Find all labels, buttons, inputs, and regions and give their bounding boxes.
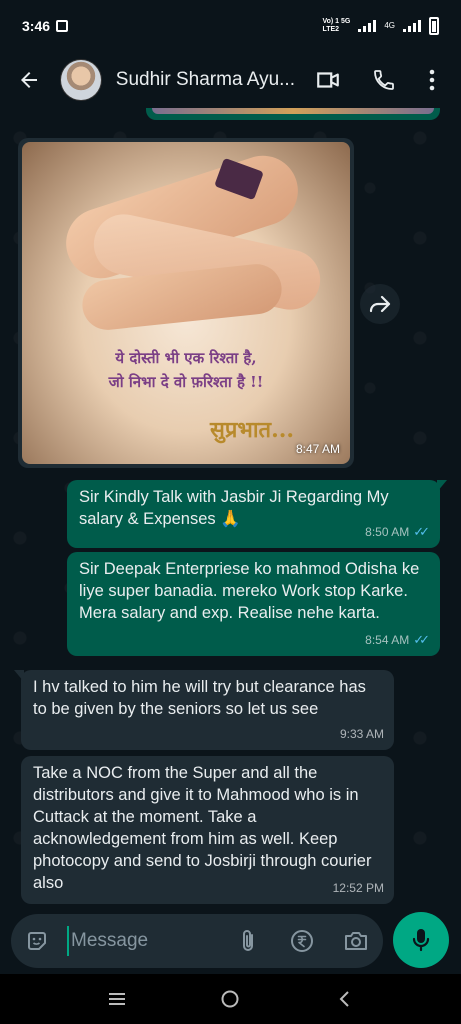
message-meta: 9:33 AM	[340, 723, 384, 745]
network-label-bottom: LTE2	[322, 26, 340, 33]
bubble-tail	[14, 670, 24, 682]
more-options-icon[interactable]	[417, 65, 447, 95]
status-time: 3:46	[22, 18, 51, 34]
camera-icon[interactable]	[341, 926, 371, 956]
read-ticks-icon: ✓✓	[413, 524, 430, 539]
status-bar: 3:46 Vo) 1 5G LTE2 4G	[0, 0, 461, 52]
forward-icon[interactable]	[360, 284, 400, 324]
home-icon[interactable]	[210, 979, 250, 1019]
contact-avatar[interactable]	[59, 59, 102, 101]
outgoing-message[interactable]: Sir Kindly Talk with Jasbir Ji Regarding…	[67, 480, 447, 548]
status-indicators: Vo) 1 5G LTE2 4G	[322, 17, 439, 35]
read-ticks-icon: ✓✓	[413, 632, 430, 647]
attachment-paperclip-icon[interactable]	[233, 926, 263, 956]
voice-message-mic-button[interactable]	[393, 912, 449, 968]
network-2-label: 4G	[384, 21, 395, 30]
greeting-image[interactable]: ये दोस्ती भी एक रिश्ता है, जो निभा दे वो…	[22, 142, 350, 464]
recent-apps-icon[interactable]	[97, 979, 137, 1019]
video-call-icon[interactable]	[313, 65, 343, 95]
outgoing-message[interactable]: Sir Deepak Enterpriese ko mahmod Odisha …	[67, 552, 440, 656]
signal-1-icon	[358, 20, 377, 32]
network-label: Vo) 1 5G LTE2	[322, 18, 350, 34]
back-arrow-icon[interactable]	[14, 65, 44, 95]
image-greeting-word: सुप्रभात...	[210, 417, 295, 443]
image-message[interactable]: ये दोस्ती भी एक रिश्ता है, जो निभा दे वो…	[18, 138, 354, 468]
message-meta: 8:50 AM ✓✓	[365, 521, 430, 543]
signal-2-icon	[403, 20, 421, 32]
image-quote-line-2: जो निभा दे वो फ़रिश्ता है !!	[108, 373, 264, 391]
message-composer	[0, 912, 461, 974]
message-meta: 12:52 PM	[333, 877, 384, 899]
message-meta: 8:54 AM ✓✓	[365, 629, 430, 651]
message-input[interactable]	[67, 926, 217, 956]
bubble-tail	[437, 480, 447, 492]
message-text: I hv talked to him he will try but clear…	[33, 678, 366, 718]
message-text: Sir Deepak Enterpriese ko mahmod Odisha …	[79, 560, 420, 622]
back-nav-icon[interactable]	[324, 979, 364, 1019]
incoming-message[interactable]: I hv talked to him he will try but clear…	[14, 670, 394, 750]
message-time: 9:33 AM	[339, 727, 384, 741]
image-quote-line-1: ये दोस्ती भी एक रिश्ता है,	[115, 349, 257, 367]
message-time: 8:50 AM	[365, 525, 410, 539]
system-navigation-bar	[0, 974, 461, 1024]
message-text: Take a NOC from the Super and all the di…	[33, 764, 372, 892]
incoming-message[interactable]: Take a NOC from the Super and all the di…	[21, 756, 394, 904]
network-label-top: Vo) 1 5G	[322, 18, 351, 25]
chat-area[interactable]: ये दोस्ती भी एक रिश्ता है, जो निभा दे वो…	[0, 108, 461, 912]
battery-icon	[429, 17, 439, 35]
gallery-notification-icon	[56, 20, 69, 32]
payment-rupee-icon[interactable]	[287, 926, 317, 956]
previous-message-partial[interactable]	[146, 108, 440, 120]
chat-header: Sudhir Sharma Ayu...	[0, 52, 461, 108]
message-text: Sir Kindly Talk with Jasbir Ji Regarding…	[79, 488, 389, 528]
previous-image-thumbnail	[152, 108, 434, 114]
message-time: 12:52 PM	[332, 881, 384, 895]
contact-name[interactable]: Sudhir Sharma Ayu...	[116, 69, 301, 91]
voice-call-icon[interactable]	[369, 65, 399, 95]
sticker-emoji-icon[interactable]	[23, 927, 51, 955]
message-time: 8:47 AM	[295, 442, 340, 456]
message-input-container[interactable]	[11, 914, 383, 968]
message-time: 8:54 AM	[365, 633, 410, 647]
